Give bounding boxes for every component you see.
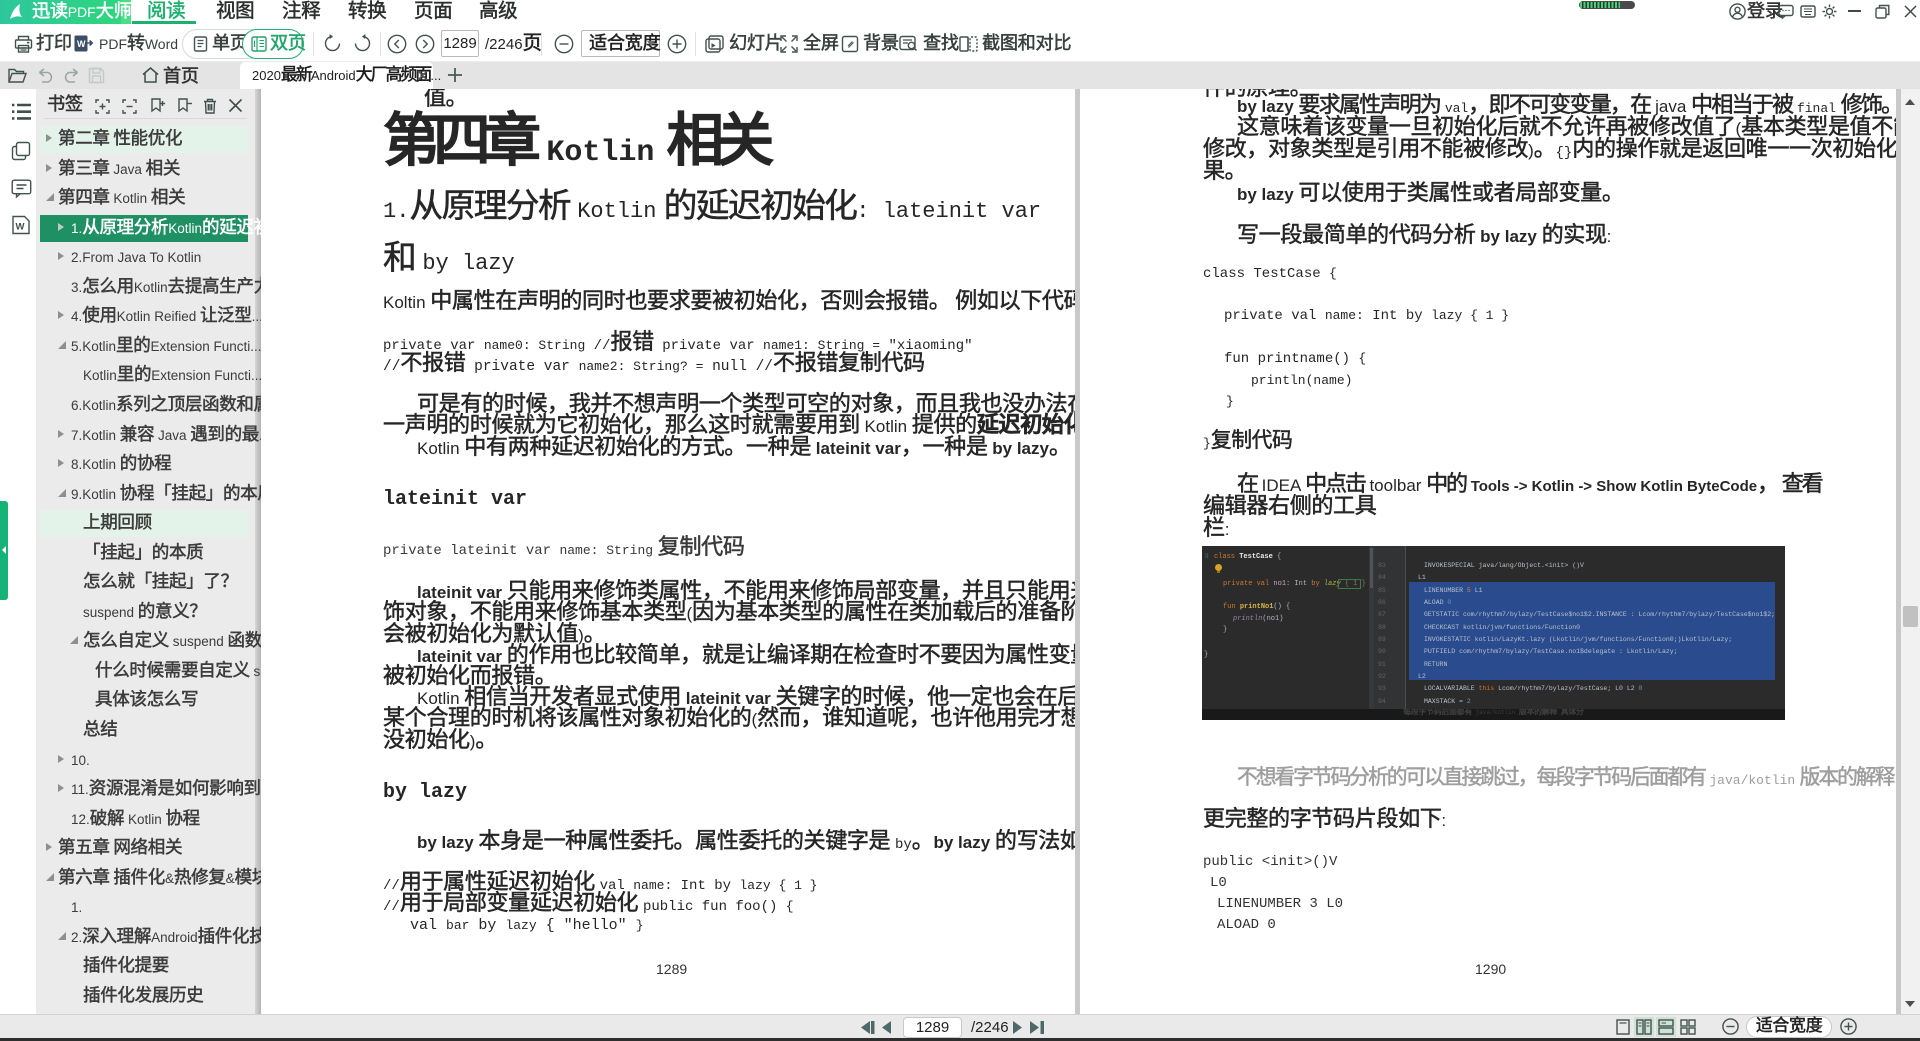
- svg-text:W: W: [77, 39, 86, 49]
- svg-text:W: W: [16, 222, 25, 233]
